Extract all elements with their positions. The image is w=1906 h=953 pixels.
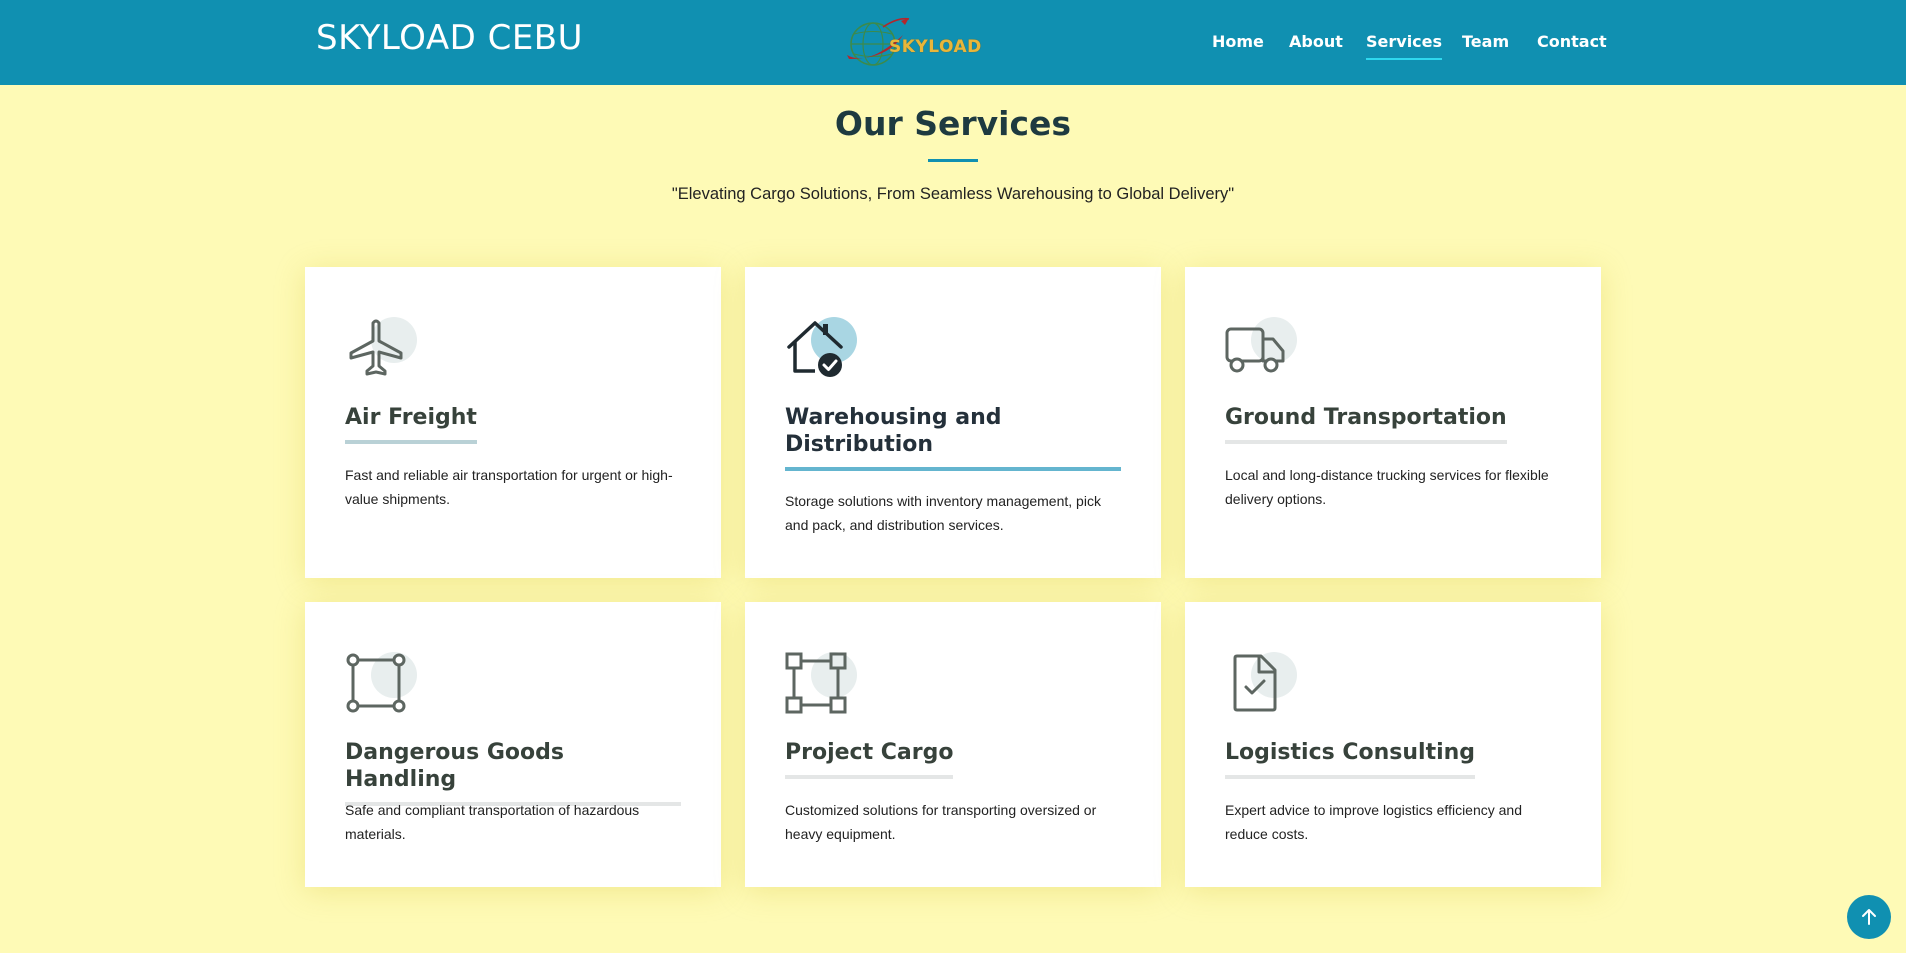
service-description: Expert advice to improve logistics effic… bbox=[1225, 802, 1522, 842]
file-check-icon bbox=[1225, 652, 1299, 714]
service-title: Air Freight bbox=[345, 404, 681, 444]
service-description: Safe and compliant transportation of haz… bbox=[345, 802, 640, 842]
bounding-box-icon bbox=[345, 652, 419, 714]
service-card-air-freight[interactable]: Air Freight Fast and reliable air transp… bbox=[305, 267, 721, 578]
service-card-warehousing[interactable]: Warehousing and Distribution Storage sol… bbox=[745, 267, 1161, 578]
service-description: Local and long-distance trucking service… bbox=[1225, 467, 1549, 507]
logo-wordmark: SKYLOAD bbox=[889, 37, 982, 57]
service-title: Project Cargo bbox=[785, 739, 1121, 779]
service-description: Storage solutions with inventory managem… bbox=[785, 493, 1101, 533]
service-title: Warehousing and Distribution bbox=[785, 404, 1121, 471]
service-description: Customized solutions for transporting ov… bbox=[785, 802, 1097, 842]
truck-icon bbox=[1225, 317, 1299, 379]
title-underline bbox=[928, 159, 978, 162]
section-subtitle: "Elevating Cargo Solutions, From Seamles… bbox=[671, 185, 1235, 203]
nav-contact[interactable]: Contact bbox=[1537, 32, 1607, 51]
service-card-logistics-consulting[interactable]: Logistics Consulting Expert advice to im… bbox=[1185, 602, 1601, 887]
nav-team[interactable]: Team bbox=[1462, 32, 1509, 51]
service-card-dangerous-goods[interactable]: Dangerous Goods Handling Safe and compli… bbox=[305, 602, 721, 887]
site-brand[interactable]: SKYLOAD CEBU bbox=[316, 18, 583, 58]
service-card-ground-transportation[interactable]: Ground Transportation Local and long-dis… bbox=[1185, 267, 1601, 578]
nav-services[interactable]: Services bbox=[1366, 32, 1443, 60]
nav-home[interactable]: Home bbox=[1212, 32, 1264, 51]
house-check-icon bbox=[785, 317, 859, 379]
vector-square-icon bbox=[785, 652, 859, 714]
site-header: SKYLOAD CEBU SKYLOAD Home About Services… bbox=[0, 0, 1906, 85]
service-card-project-cargo[interactable]: Project Cargo Customized solutions for t… bbox=[745, 602, 1161, 887]
service-title: Logistics Consulting bbox=[1225, 739, 1561, 779]
arrow-up-icon bbox=[1862, 909, 1876, 925]
main-nav: Home About Services Team Contact bbox=[1200, 0, 1620, 85]
skyload-logo[interactable]: SKYLOAD bbox=[843, 15, 988, 69]
service-title: Ground Transportation bbox=[1225, 404, 1561, 444]
section-title: Our Services bbox=[834, 104, 1072, 143]
nav-about[interactable]: About bbox=[1289, 32, 1343, 51]
back-to-top-button[interactable] bbox=[1847, 895, 1891, 939]
service-description: Fast and reliable air transportation for… bbox=[345, 467, 673, 507]
airplane-icon bbox=[345, 317, 419, 379]
service-title: Dangerous Goods Handling bbox=[345, 739, 681, 806]
